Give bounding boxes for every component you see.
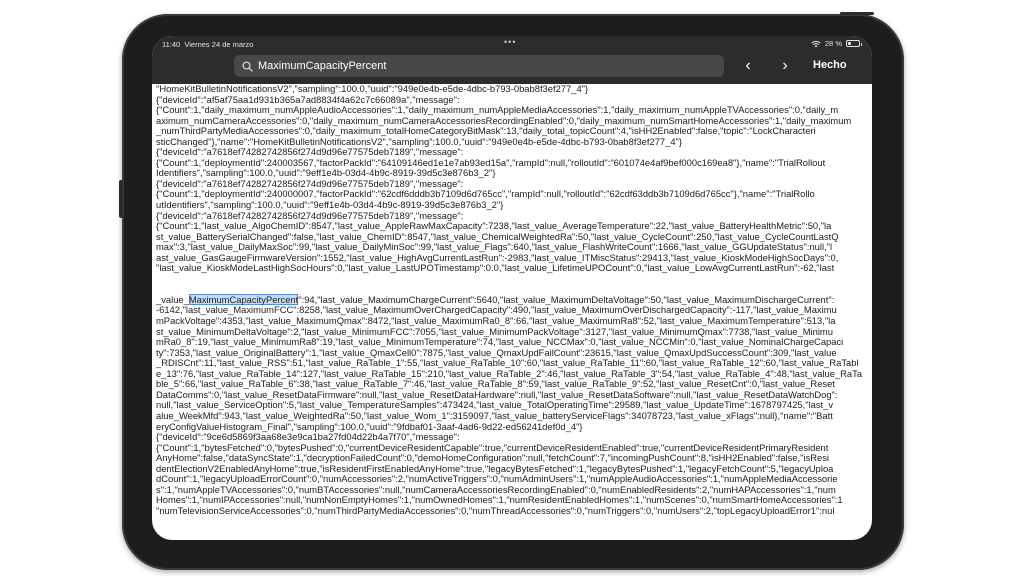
document-line: alue_WeekMfd":943,"last_value_WeightedRa…: [156, 409, 833, 421]
side-button: [119, 180, 123, 218]
next-match-button[interactable]: ›: [775, 57, 795, 75]
highlight-suffix: ":94,"last_value_MaximumChargeCurrent":5…: [298, 293, 835, 305]
status-bar: 11:40 Viernes 24 de marzo ••• 28 %: [152, 36, 872, 52]
highlight-prefix: _value_: [156, 293, 189, 305]
top-button: [840, 12, 874, 15]
done-button[interactable]: Hecho: [813, 59, 847, 71]
status-right: 28 %: [811, 39, 862, 48]
document-line: [156, 274, 864, 285]
document-line: utIdentifiers","sampling":100.0,"uuid":"…: [156, 199, 504, 211]
previous-match-button[interactable]: ‹: [738, 57, 758, 75]
find-search-field[interactable]: MaximumCapacityPercent: [234, 55, 724, 77]
document-line: mPackVoltage":4353,"last_value_MaximumQm…: [156, 315, 836, 327]
find-bar: MaximumCapacityPercent ‹ › Hecho: [152, 52, 872, 82]
find-search-input[interactable]: MaximumCapacityPercent: [258, 60, 386, 72]
battery-fill: [848, 42, 851, 45]
document-text: "HomeKitBulletinNotificationsV2","sampli…: [156, 84, 864, 540]
ipad-screen: 11:40 Viernes 24 de marzo ••• 28 % Maxim…: [152, 36, 872, 540]
search-icon: [242, 60, 253, 72]
document-line: {"deviceId":"9ce6d5869f3aa68e3e9ca1ba27f…: [156, 431, 460, 443]
document-line: "last_value_KioskModeLastHighSocHours":0…: [156, 262, 835, 274]
battery-percent: 28 %: [824, 39, 842, 48]
search-match-highlight: MaximumCapacityPercent: [188, 293, 299, 305]
multitasking-dots[interactable]: •••: [504, 37, 516, 47]
wifi-icon: [811, 40, 821, 47]
status-time-date: 11:40 Viernes 24 de marzo: [162, 40, 253, 49]
status-date: Viernes 24 de marzo: [184, 40, 254, 49]
battery-icon: [846, 40, 862, 47]
document-line: "numTelevisionServiceAccessories":0,"num…: [156, 504, 835, 516]
document-line: "HomeKitBulletinNotificationsV2","sampli…: [156, 84, 589, 94]
toolbar: 11:40 Viernes 24 de marzo ••• 28 % Maxim…: [152, 36, 872, 84]
status-time: 11:40: [162, 40, 181, 49]
